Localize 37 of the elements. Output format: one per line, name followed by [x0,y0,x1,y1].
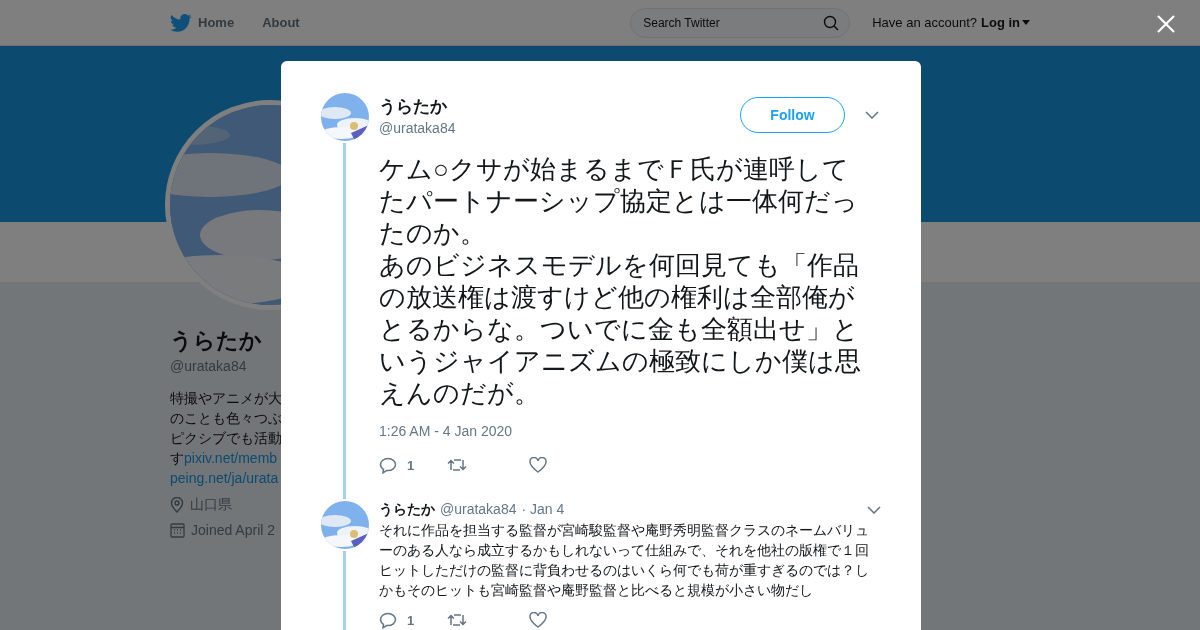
tweet-timestamp[interactable]: 1:26 AM - 4 Jan 2020 [379,423,881,439]
reply-text: それに作品を担当する監督が宮崎駿監督や庵野秀明監督クラスのネームバリューのある人なら成立するかもしれないって仕組みで、それを他社の版権で１回ヒットしただけの監督に背負わせるのはいくら何でも荷が重すぎるのでは？しかもそのヒットも宮崎監督や庵野監督と比べると規模が小さい物だし [379,521,870,600]
author-name[interactable]: うらたか [379,501,435,519]
reply-icon[interactable] [379,456,397,474]
chevron-down-icon[interactable] [865,111,879,119]
account-prompt: Have an account? [872,15,977,30]
profile-name: うらたか [170,327,263,355]
retweet-icon[interactable] [447,458,467,472]
follow-button[interactable]: Follow [740,97,845,133]
reply-date[interactable]: · Jan 4 [521,501,565,517]
home-link[interactable]: Home [198,15,235,30]
calendar-icon [170,522,185,538]
bio-line: のことも色々つぶ [170,409,281,428]
heart-icon[interactable] [529,457,547,473]
author-name[interactable]: うらたか [379,95,740,118]
caret-icon[interactable] [1022,20,1030,25]
tweet-text: ケム○クサが始まるまでＦ氏が連呼してたパートナーシップ協定とは一体何だったのか。 [379,153,859,249]
retweet-icon[interactable] [447,613,467,627]
heart-icon[interactable] [529,612,547,628]
reply-count: 1 [407,457,416,473]
reply-count: 1 [407,612,416,628]
author-handle[interactable]: @urataka84 [379,120,740,136]
close-icon[interactable] [1157,15,1175,33]
reply-icon[interactable] [379,611,397,629]
location-pin-icon [170,497,184,513]
bio-line: ピクシブでも活動 [170,429,281,448]
bio-line: す [170,450,184,466]
login-link[interactable]: Log in [981,15,1020,30]
chevron-down-icon[interactable] [867,506,881,514]
about-link[interactable]: About [262,15,300,30]
search-icon[interactable] [823,14,840,31]
author-handle[interactable]: @urataka84 [440,501,517,517]
search-field[interactable]: Search Twitter [630,7,851,38]
profile-handle: @urataka84 [170,358,248,374]
bio-line: 特撮やアニメが大 [170,389,281,408]
tweet-text: あのビジネスモデルを何回見ても「作品の放送権は渡すけど他の権利は全部俺がとるからな。ついでに金も全額出せ」というジャイアニズムの極致にしか僕は思えんのだが。 [379,249,862,409]
joined-date: Joined April 2 [191,522,276,538]
